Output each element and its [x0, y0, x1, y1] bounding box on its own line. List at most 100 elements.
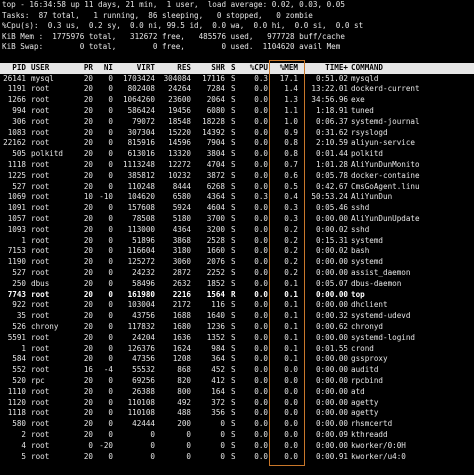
process-row[interactable]: 1091 root 20 0 157608 5924 4604 S 0.0 0.3 0:05.46 s…: [0, 203, 474, 214]
process-pr-cell: 20: [83, 300, 93, 310]
process-row[interactable]: 26141 mysql 20 0 1703424 304084 17116 S 0.3 17.1 0…: [0, 74, 474, 85]
process-user-cell: root: [31, 127, 50, 137]
process-row[interactable]: 527 root 20 0 24232 2872 2252 S 0.0 0.2 0:00.00 ass…: [0, 268, 474, 279]
process-row[interactable]: 552 root 16 -4 55532 868 452 S 0.0 0.0 0:00.00 audi…: [0, 365, 474, 376]
terminal-window: top - 16:34:58 up 11 days, 21 min, 1 use…: [0, 0, 474, 475]
process-row[interactable]: 5591 root 20 0 24204 1636 1352 S 0.0 0.1 0:00.00 sy…: [0, 333, 474, 344]
process-virt-cell: 55532: [132, 365, 155, 375]
process-row[interactable]: 1266 root 20 0 1064260 23600 2064 S 0.0 1.3 34:56.…: [0, 95, 474, 106]
process-s-cell: S: [231, 311, 236, 321]
process-row[interactable]: 527 root 20 0 110248 8444 6268 S 0.0 0.5 0:42.67 Cm…: [0, 182, 474, 193]
process-row[interactable]: 22162 root 20 0 815916 14596 7904 S 0.0 0.8 2:10.5…: [0, 138, 474, 149]
process-ni-cell: 0: [108, 170, 113, 180]
process-row[interactable]: 2 root 20 0 0 0 0 S 0.0 0.0 0:00.09 kthreadd: [0, 430, 474, 441]
process-row[interactable]: 1120 root 20 0 110108 492 372 S 0.0 0.0 0:00.00 age…: [0, 398, 474, 409]
process-row[interactable]: 1225 root 20 0 385812 10232 3872 S 0.0 0.6 0:05.78…: [0, 171, 474, 182]
process-mem-cell: 1.1: [284, 105, 298, 115]
process-res-cell: 868: [177, 365, 191, 375]
process-row[interactable]: 584 root 20 0 47356 1208 364 S 0.0 0.1 0:00.00 gssp…: [0, 354, 474, 365]
process-time-cell: 1:01.28: [315, 159, 348, 169]
process-mem-cell: 0.1: [284, 332, 298, 342]
process-virt-cell: 78508: [132, 213, 155, 223]
column-header-user[interactable]: USER: [31, 63, 79, 74]
process-shr-cell: 364: [211, 354, 225, 364]
process-row[interactable]: 1 root 20 0 126376 1624 984 S 0.0 0.1 0:01.55 crond: [0, 344, 474, 355]
process-row[interactable]: 250 dbus 20 0 58496 2632 1852 S 0.0 0.1 0:05.07 dbu…: [0, 279, 474, 290]
process-command-cell: sshd: [351, 224, 370, 234]
process-row[interactable]: 1118 root 20 0 110108 488 356 S 0.0 0.0 0:00.00 age…: [0, 408, 474, 419]
column-header-command[interactable]: COMMAND: [351, 63, 421, 74]
process-row[interactable]: 1083 root 20 0 307304 15220 14392 S 0.0 0.9 0:31.6…: [0, 128, 474, 139]
process-pid-cell: 580: [12, 419, 26, 429]
process-ni-cell: 0: [108, 375, 113, 385]
process-command-cell: systemd: [351, 257, 384, 267]
process-res-cell: 23600: [168, 95, 191, 105]
process-pr-cell: 20: [83, 354, 93, 364]
process-res-cell: 200: [177, 419, 191, 429]
process-cpu-cell: 0.0: [254, 170, 268, 180]
column-header-cpu[interactable]: %CPU: [243, 63, 268, 74]
column-header-mem[interactable]: %MEM: [271, 63, 298, 74]
process-pid-cell: 1118: [7, 159, 26, 169]
process-row[interactable]: 505 polkitd 20 0 613016 13320 3804 S 0.0 0.8 0:01.…: [0, 149, 474, 160]
process-shr-cell: 452: [211, 365, 225, 375]
process-row[interactable]: 7153 root 20 0 116604 3180 1660 S 0.0 0.2 0:00.02 b…: [0, 246, 474, 257]
process-ni-cell: 0: [108, 105, 113, 115]
process-pid-cell: 1: [21, 343, 26, 353]
process-mem-cell: 0.6: [284, 170, 298, 180]
process-mem-cell: 0.1: [284, 311, 298, 321]
column-header-res[interactable]: RES: [159, 63, 191, 74]
process-virt-cell: 103004: [127, 300, 155, 310]
process-row[interactable]: 306 root 20 0 79072 18548 18228 S 0.0 1.0 0:06.37 s…: [0, 117, 474, 128]
process-ni-cell: 0: [108, 278, 113, 288]
process-row[interactable]: 580 root 20 0 42444 200 0 S 0.0 0.0 0:00.00 rhsmcer…: [0, 419, 474, 430]
process-time-cell: 0:01.55: [315, 343, 348, 353]
process-row[interactable]: 1069 root 10 -10 104620 6580 4364 S 0.3 0.4 50:53.…: [0, 192, 474, 203]
process-row[interactable]: 922 root 20 0 103004 2172 116 S 0.0 0.1 0:00.00 dhc…: [0, 300, 474, 311]
process-row[interactable]: 5 root 20 0 0 0 0 S 0.0 0.0 0:00.91 kworker/u4:0: [0, 452, 474, 463]
process-row[interactable]: 1191 root 20 0 802408 24264 7284 S 0.0 1.4 13:22.0…: [0, 84, 474, 95]
process-time-cell: 0:00.91: [315, 451, 348, 461]
process-shr-cell: 164: [211, 386, 225, 396]
process-row[interactable]: 1110 root 20 0 26388 800 164 S 0.0 0.0 0:00.00 atd: [0, 387, 474, 398]
summary-cpu-line: %Cpu(s): 0.3 us, 0.2 sy, 0.0 ni, 99.5 id…: [2, 21, 364, 30]
process-time-cell: 0:00.00: [315, 365, 348, 375]
process-pid-cell: 5591: [7, 332, 26, 342]
column-header-time[interactable]: TIME+: [306, 63, 348, 74]
column-header-virt[interactable]: VIRT: [118, 63, 155, 74]
process-user-cell: root: [31, 343, 50, 353]
process-cpu-cell: 0.0: [254, 289, 268, 299]
process-res-cell: 800: [177, 386, 191, 396]
process-pr-cell: 20: [83, 95, 93, 105]
process-row[interactable]: 994 root 20 0 586424 19456 6080 S 0.0 1.1 1:18.91 t…: [0, 106, 474, 117]
process-ni-cell: 0: [108, 246, 113, 256]
column-header-pid[interactable]: PID: [0, 63, 26, 74]
process-row[interactable]: 1190 root 20 0 125272 3060 2076 S 0.0 0.2 0:00.00 s…: [0, 257, 474, 268]
column-header-pr[interactable]: PR: [76, 63, 93, 74]
process-ni-cell: 0: [108, 159, 113, 169]
process-mem-cell: 0.0: [284, 440, 298, 450]
process-user-cell: root: [31, 170, 50, 180]
process-row[interactable]: 1118 root 20 0 1113248 12272 4704 S 0.0 0.7 1:01.2…: [0, 160, 474, 171]
process-row[interactable]: 4 root 0 -20 0 0 0 S 0.0 0.0 0:00.00 kworker/0:0H: [0, 441, 474, 452]
process-time-cell: 0:00.00: [315, 289, 348, 299]
process-row[interactable]: 1057 root 20 0 78508 5180 3700 S 0.0 0.3 0:00.00 Al…: [0, 214, 474, 225]
column-header-ni[interactable]: NI: [96, 63, 113, 74]
process-row[interactable]: 7743 root 20 0 161980 2216 1564 R 0.0 0.1 0:00.00 t…: [0, 290, 474, 301]
column-header-shr[interactable]: SHR: [195, 63, 225, 74]
process-row[interactable]: 35 root 20 0 43756 1688 1640 S 0.0 0.1 0:00.32 syst…: [0, 311, 474, 322]
process-shr-cell: 17116: [202, 73, 225, 83]
process-pr-cell: 20: [83, 289, 93, 299]
process-shr-cell: 3872: [206, 170, 225, 180]
process-ni-cell: 0: [108, 95, 113, 105]
process-pr-cell: 20: [83, 224, 93, 234]
process-row[interactable]: 1093 root 20 0 113000 4364 3200 S 0.0 0.2 0:00.02 s…: [0, 225, 474, 236]
process-user-cell: root: [31, 192, 50, 202]
process-row[interactable]: 520 rpc 20 0 69256 820 412 S 0.0 0.0 0:00.00 rpcbin…: [0, 376, 474, 387]
process-time-cell: 0:00.09: [315, 429, 348, 439]
process-row[interactable]: 526 chrony 20 0 117832 1680 1236 S 0.0 0.1 0:00.62…: [0, 322, 474, 333]
process-ni-cell: 0: [108, 138, 113, 148]
column-header-state[interactable]: S: [231, 63, 239, 74]
process-row[interactable]: 1 root 20 0 51896 3868 2528 S 0.0 0.2 0:15.31 syste…: [0, 236, 474, 247]
process-cpu-cell: 0.3: [254, 192, 268, 202]
